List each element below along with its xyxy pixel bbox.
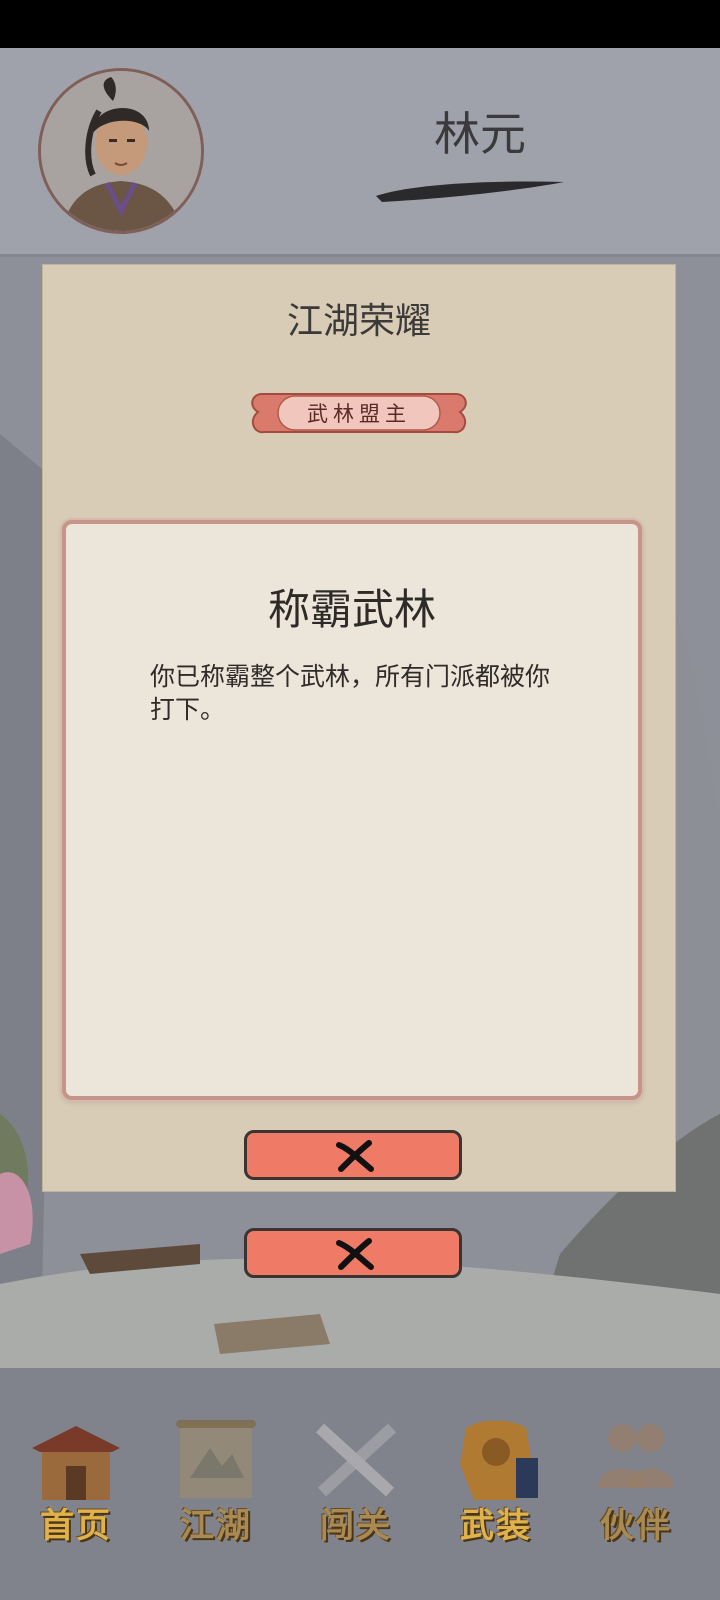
glory-panel-title: 江湖荣耀 xyxy=(286,301,431,342)
app-screen: 林元 江湖荣耀 武林盟主 称霸武林 你已称霸整个武林，所有门派都被你打下。 首页… xyxy=(0,48,720,1600)
close-panel-button[interactable] xyxy=(244,1228,462,1278)
profile-header: 林元 xyxy=(0,48,720,257)
nav-item-companions[interactable]: 伙伴 xyxy=(576,1398,696,1568)
dialog-title: 称霸武林 xyxy=(267,585,436,634)
companions-icon xyxy=(598,1424,674,1488)
nav-item-challenge[interactable]: 闯关 xyxy=(296,1398,416,1568)
nav-label-jianghu: 江湖 xyxy=(180,1506,252,1546)
bottom-nav: 首页 江湖 闯关 武装 伙伴 xyxy=(0,1368,720,1600)
ink-brush-stroke xyxy=(376,181,564,202)
close-icon xyxy=(336,1238,374,1270)
close-icon xyxy=(336,1140,374,1172)
title-badge-label: 武林盟主 xyxy=(307,402,411,426)
nav-label-armory: 武装 xyxy=(460,1506,532,1546)
home-pavilion-icon xyxy=(32,1426,120,1500)
close-dialog-button[interactable] xyxy=(244,1130,462,1180)
swordsman-portrait-icon xyxy=(41,71,201,231)
nav-item-home[interactable]: 首页 xyxy=(16,1398,136,1568)
scroll-map-icon xyxy=(176,1420,256,1498)
nav-item-armory[interactable]: 武装 xyxy=(436,1398,556,1568)
player-name: 林元 xyxy=(434,107,526,161)
nav-item-jianghu[interactable]: 江湖 xyxy=(156,1398,276,1568)
armor-icon xyxy=(460,1420,538,1500)
nav-label-challenge: 闯关 xyxy=(320,1506,392,1546)
avatar[interactable] xyxy=(38,68,204,234)
crossed-blades-icon xyxy=(315,1423,397,1497)
achievement-dialog: 称霸武林 你已称霸整个武林，所有门派都被你打下。 xyxy=(62,520,642,1100)
nav-label-home: 首页 xyxy=(40,1506,112,1546)
dialog-body-text: 你已称霸整个武林，所有门派都被你打下。 xyxy=(150,662,551,724)
nav-label-companions: 伙伴 xyxy=(600,1506,672,1546)
